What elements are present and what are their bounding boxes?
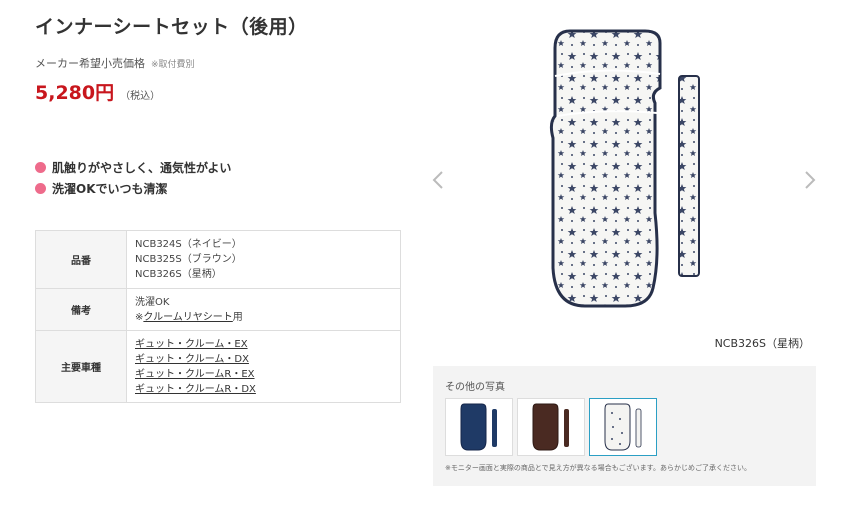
gallery-thumbs bbox=[445, 398, 661, 456]
chevron-left-icon bbox=[432, 171, 443, 189]
price-label-row: メーカー希望小売価格 ※取付費別 bbox=[35, 55, 195, 71]
spec-value-vehicles: ギュット・クルーム・EX ギュット・クルーム・DX ギュット・クルームR・EX … bbox=[126, 330, 401, 403]
main-product-image bbox=[549, 29, 700, 308]
price-note: ※取付費別 bbox=[151, 60, 195, 70]
spec-label-remarks: 備考 bbox=[35, 288, 127, 331]
thumbnail-brown-image bbox=[532, 403, 569, 451]
thumbnail-navy[interactable] bbox=[445, 398, 513, 456]
price-row: 5,280円 （税込） bbox=[35, 78, 160, 105]
part-number-item: NCB326S（星柄） bbox=[135, 269, 222, 280]
spec-value-part-number: NCB324S（ネイビー） NCB325S（ブラウン） NCB326S（星柄） bbox=[126, 230, 401, 289]
spec-value-remarks: 洗濯OK ※クルームリヤシート用 bbox=[126, 288, 401, 331]
table-row: 備考 洗濯OK ※クルームリヤシート用 bbox=[35, 288, 401, 331]
spec-label-vehicles: 主要車種 bbox=[35, 330, 127, 403]
spec-label-part-number: 品番 bbox=[35, 230, 127, 289]
price-label: メーカー希望小売価格 bbox=[35, 57, 145, 70]
table-row: 品番 NCB324S（ネイビー） NCB325S（ブラウン） NCB326S（星… bbox=[35, 230, 401, 289]
next-image-button[interactable] bbox=[800, 168, 820, 192]
vehicle-link[interactable]: ギュット・クルームR・EX bbox=[135, 367, 392, 382]
spec-table: 品番 NCB324S（ネイビー） NCB325S（ブラウン） NCB326S（星… bbox=[35, 230, 401, 403]
bullet-icon bbox=[35, 162, 46, 173]
gallery-panel: その他の写真 ※モニター画面と実際の商品とで見え方が異なる場合もございます。あら… bbox=[433, 366, 816, 486]
chevron-right-icon bbox=[805, 171, 816, 189]
feature-list: 肌触りがやさしく、通気性がよい 洗濯OKでいつも清潔 bbox=[35, 157, 231, 199]
part-number-item: NCB324S（ネイビー） bbox=[135, 239, 242, 250]
remarks-line: ※クルームリヤシート用 bbox=[135, 310, 392, 325]
gallery-title: その他の写真 bbox=[445, 382, 505, 393]
part-number-item: NCB325S（ブラウン） bbox=[135, 254, 242, 265]
thumbnail-star-image bbox=[604, 403, 642, 451]
bullet-icon bbox=[35, 183, 46, 194]
vehicle-link[interactable]: ギュット・クルームR・DX bbox=[135, 382, 392, 397]
thumbnail-navy-image bbox=[460, 403, 497, 451]
remarks-suffix: 用 bbox=[232, 311, 243, 323]
feature-item: 洗濯OKでいつも清潔 bbox=[35, 178, 231, 199]
thumbnail-star[interactable] bbox=[589, 398, 657, 456]
table-row: 主要車種 ギュット・クルーム・EX ギュット・クルーム・DX ギュット・クルーム… bbox=[35, 330, 401, 403]
tax-label: （税込） bbox=[120, 91, 161, 102]
rear-seat-link[interactable]: クルームリヤシート bbox=[143, 312, 232, 323]
price: 5,280円 bbox=[35, 82, 115, 104]
feature-text: 肌触りがやさしく、通気性がよい bbox=[52, 161, 232, 175]
image-caption: NCB326S（星柄） bbox=[714, 337, 810, 350]
feature-text: 洗濯OKでいつも清潔 bbox=[52, 182, 168, 196]
product-title: インナーシートセット（後用） bbox=[35, 16, 308, 38]
gallery-note: ※モニター画面と実際の商品とで見え方が異なる場合もございます。あらかじめご了承く… bbox=[445, 464, 751, 472]
prev-image-button[interactable] bbox=[428, 168, 448, 192]
feature-item: 肌触りがやさしく、通気性がよい bbox=[35, 157, 231, 178]
vehicle-link[interactable]: ギュット・クルーム・DX bbox=[135, 352, 392, 367]
remarks-line: 洗濯OK bbox=[135, 296, 170, 308]
thumbnail-brown[interactable] bbox=[517, 398, 585, 456]
vehicle-link[interactable]: ギュット・クルーム・EX bbox=[135, 337, 392, 352]
